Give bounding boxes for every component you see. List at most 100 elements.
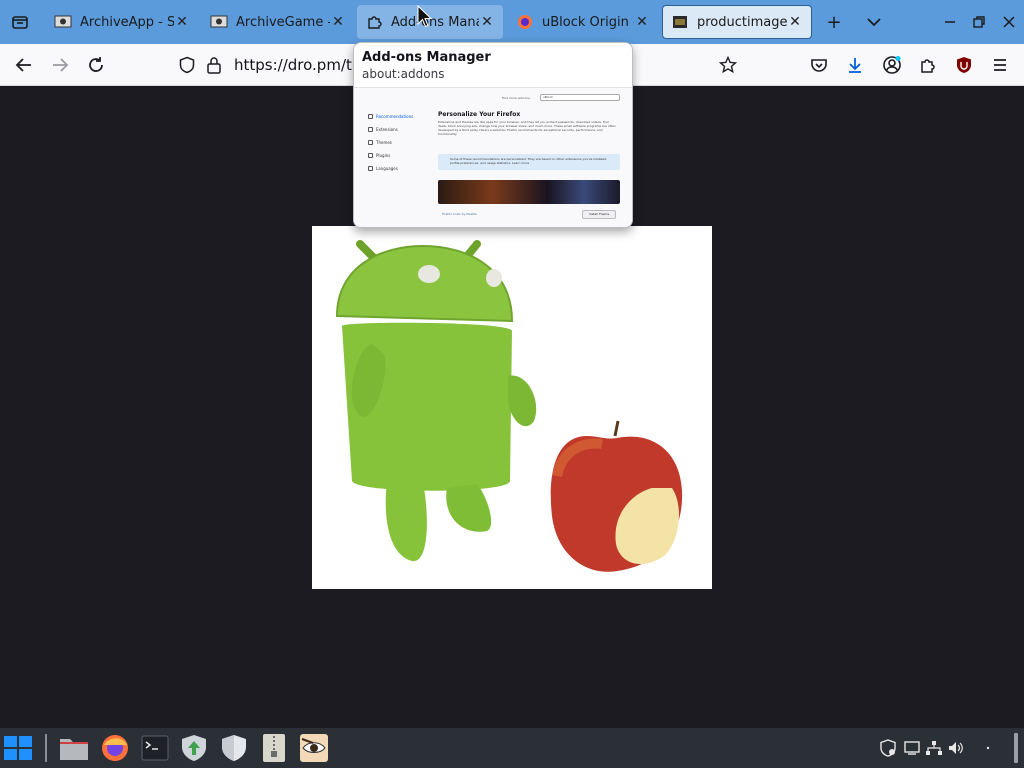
url-text[interactable]: https://dro.pm/t xyxy=(234,56,352,74)
tab-title: ArchiveGame - F xyxy=(236,14,330,30)
tab-archiveapp[interactable]: ArchiveApp - Sc ✕ xyxy=(46,5,198,39)
close-window-button[interactable] xyxy=(995,8,1023,36)
thumb-sidebar-item: Themes xyxy=(368,140,392,145)
lock-icon[interactable] xyxy=(206,56,222,78)
pocket-button[interactable] xyxy=(804,50,834,80)
sidebar-item-icon xyxy=(368,140,373,145)
thumb-heading: Personalize Your Firefox xyxy=(438,111,521,118)
tab-hover-preview: Add-ons Manager about:addons Find more a… xyxy=(353,42,633,228)
star-icon xyxy=(719,56,737,74)
preview-thumbnail: Find more add-ons uBlock Recommendations… xyxy=(354,87,632,227)
tab-title: Add-ons Mana xyxy=(391,14,479,30)
mouse-cursor-icon xyxy=(417,5,433,28)
preview-url: about:addons xyxy=(362,67,445,81)
puzzle-icon xyxy=(921,59,935,73)
app-menu-button[interactable] xyxy=(985,50,1015,80)
download-icon xyxy=(849,58,861,73)
show-desktop-button[interactable] xyxy=(1014,733,1018,763)
reload-button[interactable] xyxy=(81,50,111,80)
tab-archivegame[interactable]: ArchiveGame - F ✕ xyxy=(202,5,354,39)
firefox-taskbar-button[interactable] xyxy=(99,732,131,764)
taskbar-separator xyxy=(45,734,47,762)
ublock-origin-icon xyxy=(957,57,971,73)
new-tab-button[interactable]: + xyxy=(820,8,848,36)
tab-title: productimage-7 xyxy=(697,14,787,30)
restore-button[interactable] xyxy=(965,8,993,36)
minimize-icon xyxy=(945,21,955,23)
tab-ublock-origin[interactable]: uBlock Origin – ✕ xyxy=(508,5,658,39)
chevron-down-icon xyxy=(867,18,881,27)
tab-productimage[interactable]: productimage-7 ✕ xyxy=(662,5,812,39)
restore-icon xyxy=(973,16,985,28)
thumb-search-field: uBlock xyxy=(540,94,620,101)
reload-icon xyxy=(89,57,103,72)
tracking-protection-shield-icon[interactable] xyxy=(178,56,196,78)
back-button[interactable] xyxy=(9,50,39,80)
thumb-sidebar-item: Languages xyxy=(368,166,398,171)
thumb-footer: Firefox Color by Mozilla xyxy=(442,212,477,216)
start-menu-button[interactable] xyxy=(2,732,34,764)
security-tray-icon[interactable] xyxy=(878,738,898,758)
pocket-icon xyxy=(811,59,827,72)
downloads-button[interactable] xyxy=(840,50,870,80)
image-favicon xyxy=(671,13,689,31)
thumb-paragraph: Extensions and themes are like apps for … xyxy=(438,120,616,136)
tab-strip: ArchiveApp - Sc ✕ ArchiveGame - F ✕ Add-… xyxy=(0,0,1024,44)
list-all-tabs-button[interactable] xyxy=(860,8,888,36)
extensions-button[interactable] xyxy=(913,50,943,80)
thumb-sidebar-item: Plugins xyxy=(368,153,390,158)
sidebar-item-icon xyxy=(368,114,373,119)
close-tab-icon[interactable]: ✕ xyxy=(787,14,803,30)
thumb-install-button: Install Theme xyxy=(582,210,616,219)
bookmark-star-button[interactable] xyxy=(713,50,743,80)
close-tab-icon[interactable]: ✕ xyxy=(634,14,650,30)
archive-zip-icon xyxy=(263,734,285,762)
forward-button[interactable] xyxy=(45,50,75,80)
terminal-icon xyxy=(141,735,169,761)
account-icon xyxy=(883,56,901,74)
archive-manager-button[interactable] xyxy=(258,732,290,764)
close-tab-icon[interactable]: ✕ xyxy=(479,14,495,30)
security-button[interactable] xyxy=(218,732,250,764)
display-tray-icon[interactable] xyxy=(902,738,922,758)
volume-tray-icon[interactable] xyxy=(946,738,966,758)
plus-icon: + xyxy=(826,11,842,33)
hamburger-menu-icon xyxy=(994,59,1006,71)
sidebar-item-icon xyxy=(368,127,373,132)
tab-title: ArchiveApp - Sc xyxy=(80,14,174,30)
forward-arrow-icon xyxy=(53,58,69,72)
terminal-button[interactable] xyxy=(139,732,171,764)
windows-start-icon xyxy=(4,736,32,760)
file-manager-button[interactable] xyxy=(58,732,90,764)
minimize-button[interactable] xyxy=(936,8,964,36)
preview-title: Add-ons Manager xyxy=(362,50,491,65)
network-tray-icon[interactable] xyxy=(924,738,944,758)
archive-favicon xyxy=(210,13,228,31)
thumb-info-box: Some of these recommendations are person… xyxy=(438,154,620,170)
product-image xyxy=(312,226,712,589)
android-plush-figure xyxy=(335,240,537,562)
update-manager-button[interactable] xyxy=(178,732,210,764)
android-and-apple-image xyxy=(335,240,683,572)
firefox-view-button[interactable] xyxy=(0,0,40,44)
thumb-search-label: Find more add-ons xyxy=(502,96,530,100)
firefox-favicon xyxy=(516,13,534,31)
puzzle-icon xyxy=(365,13,383,31)
close-icon xyxy=(1003,16,1015,28)
shield-icon xyxy=(222,735,246,761)
tab-title: uBlock Origin – xyxy=(542,14,634,30)
close-tab-icon[interactable]: ✕ xyxy=(174,14,190,30)
account-button[interactable] xyxy=(877,50,907,80)
close-tab-icon[interactable]: ✕ xyxy=(330,14,346,30)
taskbar xyxy=(0,728,1024,768)
thumb-sidebar-item: Recommendations xyxy=(368,114,413,119)
thumb-sidebar-item: Extensions xyxy=(368,127,398,132)
back-arrow-icon xyxy=(15,58,31,72)
bitten-apple xyxy=(550,420,683,572)
notification-tray-icon[interactable] xyxy=(978,738,998,758)
image-viewer-button[interactable] xyxy=(298,732,330,764)
ublock-origin-button[interactable] xyxy=(949,50,979,80)
folder-icon xyxy=(60,739,88,760)
firefox-view-icon xyxy=(12,16,28,29)
thumb-theme-banner xyxy=(438,180,620,204)
